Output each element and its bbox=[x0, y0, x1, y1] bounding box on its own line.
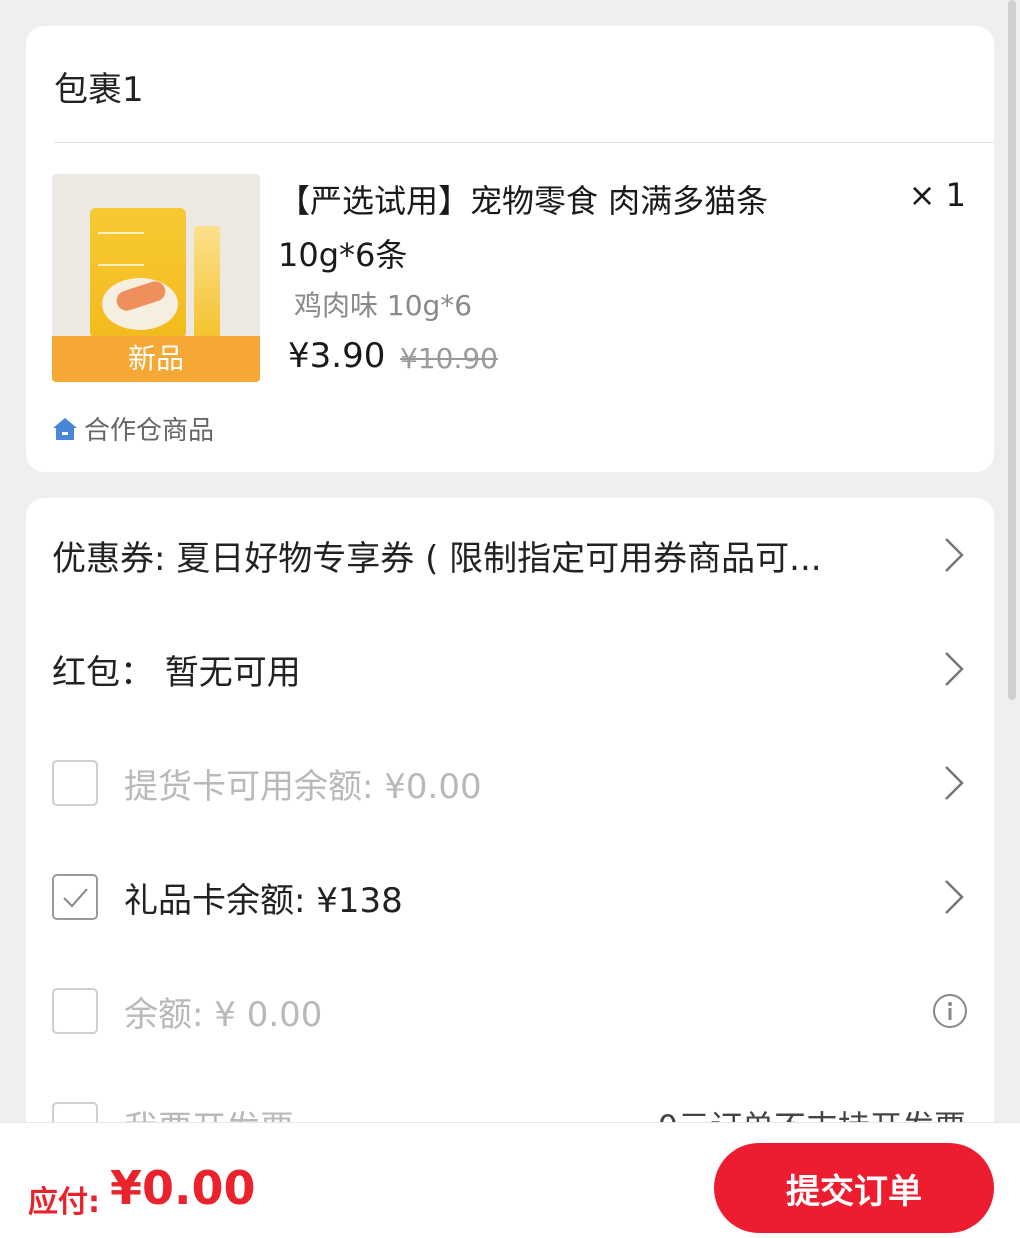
house-icon bbox=[52, 417, 78, 441]
red-packet-label: 红包： 暂无可用 bbox=[52, 652, 301, 693]
chevron-right-icon bbox=[942, 877, 966, 917]
chevron-right-icon bbox=[942, 649, 966, 689]
red-packet-row[interactable]: 红包： 暂无可用 bbox=[26, 612, 994, 726]
coupon-label: 优惠券: 夏日好物专享券 ( 限制指定可用券商品可... bbox=[52, 538, 822, 579]
chevron-right-icon bbox=[942, 535, 966, 575]
balance-row[interactable]: 余额: ¥ 0.00 bbox=[26, 954, 994, 1068]
submit-order-button[interactable]: 提交订单 bbox=[714, 1143, 994, 1233]
product-quantity: × 1 bbox=[908, 176, 966, 214]
divider bbox=[54, 142, 994, 143]
product-original-price: ¥10.90 bbox=[400, 342, 498, 375]
pickup-card-checkbox[interactable] bbox=[52, 760, 98, 806]
gift-card-row[interactable]: 礼品卡余额: ¥138 bbox=[26, 840, 994, 954]
balance-label: 余额: ¥ 0.00 bbox=[124, 994, 323, 1035]
pickup-card-row[interactable]: 提货卡可用余额: ¥0.00 bbox=[26, 726, 994, 840]
coupon-row[interactable]: 优惠券: 夏日好物专享券 ( 限制指定可用券商品可... bbox=[26, 498, 994, 612]
new-badge: 新品 bbox=[52, 336, 260, 382]
payment-options-card: 优惠券: 夏日好物专享券 ( 限制指定可用券商品可... 红包： 暂无可用 提货… bbox=[26, 498, 994, 1218]
product-name[interactable]: 【严选试用】宠物零食 肉满多猫条 10g*6条 bbox=[278, 174, 838, 282]
gift-card-label: 礼品卡余额: ¥138 bbox=[124, 880, 403, 921]
chevron-right-icon bbox=[942, 763, 966, 803]
product-image[interactable]: 新品 bbox=[52, 174, 260, 382]
warehouse-label: 合作仓商品 bbox=[84, 416, 215, 446]
info-icon[interactable] bbox=[932, 993, 968, 1029]
scrollbar[interactable] bbox=[1008, 0, 1016, 700]
product-bag-graphic bbox=[90, 208, 186, 338]
pay-label: 应付: bbox=[28, 1185, 100, 1220]
product-spec: 鸡肉味 10g*6 bbox=[294, 289, 473, 322]
pay-amount: ¥0.00 bbox=[110, 1161, 256, 1215]
package-card: 包裹1 新品 【严选试用】宠物零食 肉满多猫条 10g*6条 × 1 鸡肉味 1… bbox=[26, 26, 994, 472]
warehouse-tag: 合作仓商品 bbox=[52, 410, 214, 447]
gift-card-checkbox[interactable] bbox=[52, 874, 98, 920]
product-price: ¥3.90 bbox=[288, 336, 386, 376]
pickup-card-label: 提货卡可用余额: ¥0.00 bbox=[124, 766, 482, 807]
checkout-bar: 应付: ¥0.00 提交订单 bbox=[0, 1122, 1020, 1238]
balance-checkbox[interactable] bbox=[52, 988, 98, 1034]
check-icon bbox=[63, 888, 88, 908]
package-title: 包裹1 bbox=[54, 70, 144, 110]
product-stick-graphic bbox=[194, 226, 220, 342]
